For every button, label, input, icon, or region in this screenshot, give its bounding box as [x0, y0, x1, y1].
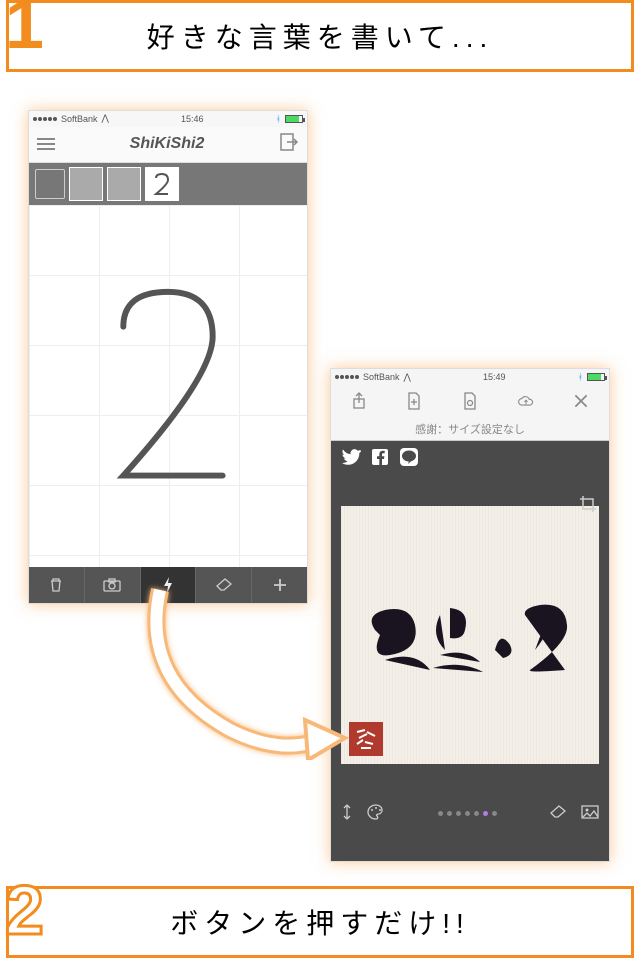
- bottom-toolbar: [29, 567, 307, 603]
- drawn-stroke-2: [29, 205, 307, 567]
- bottom-toolbar: [331, 793, 609, 833]
- signal-dots-icon: [335, 375, 359, 379]
- time-label: 15:49: [483, 372, 506, 382]
- phone-preview-app: SoftBank ⋀ 15:49 ᚼ 感謝：サイズ設定なし: [330, 368, 610, 862]
- nav-bar: [331, 385, 609, 421]
- phone-drawing-app: SoftBank ⋀ 15:46 ᚼ ShiKiShi2: [28, 110, 308, 604]
- step-2-number: 2: [5, 875, 44, 945]
- exit-icon[interactable]: [279, 132, 299, 157]
- preview-caption: 感謝：サイズ設定なし: [331, 421, 609, 441]
- step-1-banner: 1 好きな言葉を書いて...: [6, 0, 634, 72]
- camera-button[interactable]: [85, 567, 141, 603]
- social-row: [331, 441, 609, 477]
- calligraphy-text: [355, 580, 585, 690]
- step-1-text: 好きな言葉を書いて...: [9, 16, 631, 56]
- thumb-2[interactable]: [107, 167, 141, 201]
- facebook-icon[interactable]: [371, 448, 389, 471]
- app-title: ShiKiShi2: [130, 135, 205, 153]
- image-icon[interactable]: [581, 805, 599, 822]
- crop-row: [331, 833, 609, 861]
- status-bar: SoftBank ⋀ 15:46 ᚼ: [29, 111, 307, 127]
- step-1-number: 1: [5, 0, 44, 59]
- wifi-icon: ⋀: [102, 113, 109, 124]
- thumb-1[interactable]: [69, 167, 103, 201]
- bluetooth-icon: ᚼ: [276, 114, 281, 124]
- line-icon[interactable]: [399, 447, 419, 472]
- flow-arrow: [130, 580, 350, 760]
- add-button[interactable]: [252, 567, 307, 603]
- carrier-label: SoftBank: [61, 114, 98, 124]
- battery-icon: [587, 373, 605, 381]
- step-2-text: ボタンを押すだけ!!: [9, 902, 631, 942]
- step-2-banner: 2 ボタンを押すだけ!!: [6, 886, 634, 958]
- calligraphy-paper[interactable]: [341, 506, 599, 764]
- preview-area: [331, 477, 609, 793]
- twitter-icon[interactable]: [341, 448, 361, 471]
- trash-button[interactable]: [29, 567, 85, 603]
- page-indicator: [438, 811, 497, 816]
- bluetooth-icon: ᚼ: [578, 372, 583, 382]
- bolt-button[interactable]: [141, 567, 197, 603]
- time-label: 15:46: [181, 114, 204, 124]
- drawing-canvas[interactable]: [29, 205, 307, 567]
- share-icon[interactable]: [350, 392, 368, 415]
- nav-bar: ShiKiShi2: [29, 127, 307, 163]
- cloud-icon[interactable]: [517, 392, 535, 415]
- eraser-button[interactable]: [196, 567, 252, 603]
- thumb-add[interactable]: [35, 169, 65, 199]
- signal-dots-icon: [33, 117, 57, 121]
- doc-plus-icon[interactable]: [405, 392, 423, 415]
- crop-icon[interactable]: [579, 495, 597, 516]
- seal-stamp: [349, 722, 383, 756]
- thumb-3[interactable]: [145, 167, 179, 201]
- battery-icon: [285, 115, 303, 123]
- status-bar: SoftBank ⋀ 15:49 ᚼ: [331, 369, 609, 385]
- menu-icon[interactable]: [37, 138, 55, 150]
- eraser-icon[interactable]: [549, 805, 567, 822]
- arrows-vertical-icon[interactable]: [341, 803, 353, 824]
- doc-star-icon[interactable]: [461, 392, 479, 415]
- thumbnail-strip: [29, 163, 307, 205]
- palette-icon[interactable]: [367, 804, 385, 823]
- close-icon[interactable]: [572, 392, 590, 415]
- wifi-icon: ⋀: [404, 372, 411, 383]
- carrier-label: SoftBank: [363, 372, 400, 382]
